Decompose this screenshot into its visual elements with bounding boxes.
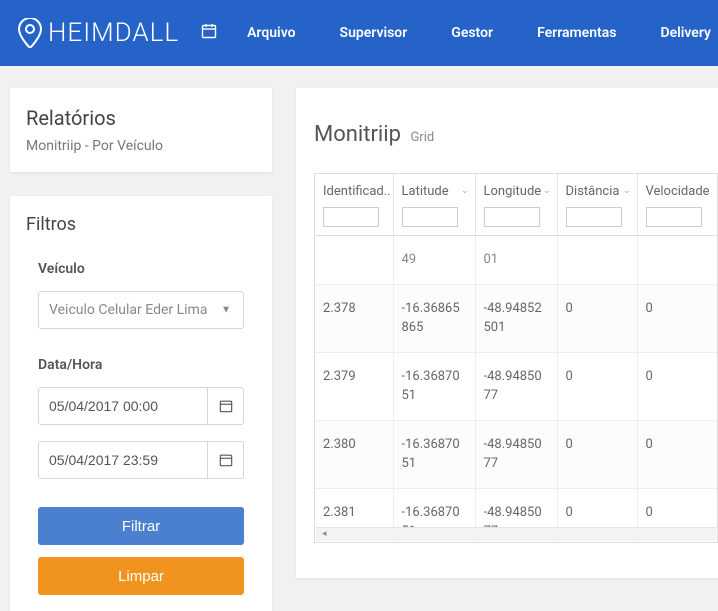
chevron-down-icon: ▼ (221, 305, 231, 316)
col-latitude[interactable]: Latitude⌄ (393, 174, 475, 205)
top-bar: HEIMDALL Arquivo Supervisor Gestor Ferra… (0, 0, 718, 66)
filter-button[interactable]: Filtrar (38, 507, 244, 545)
cell-lat: -16.36865865 (393, 284, 475, 352)
cell-lon: -48.9485077 (475, 352, 557, 420)
filter-lon[interactable] (484, 207, 540, 227)
report-subtitle: Grid (410, 130, 434, 145)
report-info-card: Relatórios Monitriip - Por Veículo (10, 88, 272, 172)
report-section-subtitle: Monitriip - Por Veículo (26, 138, 256, 154)
cell-id: 2.378 (315, 284, 393, 352)
sort-icon: ⌄ (703, 186, 711, 196)
table-row[interactable]: 2.378-16.36865865-48.9485250100 (315, 284, 717, 352)
partial-row-top: 49 01 (315, 236, 717, 285)
vehicle-label: Veículo (38, 261, 244, 277)
col-distancia[interactable]: Distância⌄ (557, 174, 637, 205)
calendar-icon[interactable] (201, 23, 217, 43)
filter-vel[interactable] (646, 207, 702, 227)
col-velocidade[interactable]: Velocidade⌄ (637, 174, 717, 205)
date-from-input[interactable] (38, 387, 244, 425)
cell-id: 2.380 (315, 420, 393, 488)
clear-button[interactable]: Limpar (38, 557, 244, 595)
table-row[interactable]: 2.379-16.3687051-48.948507700 (315, 352, 717, 420)
cell-dist: 0 (557, 420, 637, 488)
filters-card: Filtros Veículo Veiculo Celular Eder Lim… (10, 196, 272, 611)
report-panel: Monitriip Grid Identificad.. Latitude⌄ L… (296, 88, 718, 578)
cell-id: 2.379 (315, 352, 393, 420)
table-row[interactable]: 2.380-16.3687051-48.948507700 (315, 420, 717, 488)
date-to-input[interactable] (38, 441, 244, 479)
filters-title: Filtros (26, 214, 256, 235)
nav-gestor[interactable]: Gestor (429, 25, 515, 41)
date-from-field[interactable] (49, 398, 233, 414)
nav-arquivo[interactable]: Arquivo (247, 25, 317, 41)
sidebar: Relatórios Monitriip - Por Veículo Filtr… (0, 88, 272, 598)
filter-lat[interactable] (402, 207, 458, 227)
vehicle-select[interactable]: Veiculo Celular Eder Lima ▼ (38, 291, 244, 329)
date-to-field[interactable] (49, 452, 233, 468)
cell-lat: -16.3687051 (393, 420, 475, 488)
vehicle-value: Veiculo Celular Eder Lima (49, 302, 207, 318)
report-title-text: Monitriip (314, 122, 401, 147)
data-grid: Identificad.. Latitude⌄ Longitude⌄ Distâ… (314, 173, 718, 543)
nav-ferramentas[interactable]: Ferramentas (515, 25, 638, 41)
cell-dist: 0 (557, 352, 637, 420)
cell-lon: -48.9485077 (475, 420, 557, 488)
col-longitude[interactable]: Longitude⌄ (475, 174, 557, 205)
app-logo[interactable]: HEIMDALL (18, 18, 179, 48)
nav-supervisor[interactable]: Supervisor (318, 25, 430, 41)
header-row: Identificad.. Latitude⌄ Longitude⌄ Distâ… (315, 174, 717, 205)
cell-vel: 0 (637, 352, 717, 420)
cell-lat: -16.3687051 (393, 352, 475, 420)
col-identificador[interactable]: Identificad.. (315, 174, 393, 205)
filter-id[interactable] (323, 207, 379, 227)
calendar-icon[interactable] (207, 442, 243, 478)
main-nav: Arquivo Supervisor Gestor Ferramentas De… (247, 25, 718, 41)
filter-dist[interactable] (566, 207, 622, 227)
cell-vel: 0 (637, 420, 717, 488)
sort-icon: ⌄ (461, 186, 469, 196)
report-section-title: Relatórios (26, 106, 256, 130)
horizontal-scrollbar[interactable]: ◂ (316, 527, 716, 541)
app-name: HEIMDALL (48, 18, 179, 48)
pin-icon (18, 18, 42, 48)
nav-delivery[interactable]: Delivery (638, 25, 718, 41)
datetime-label: Data/Hora (38, 357, 244, 373)
cell-lon: -48.94852501 (475, 284, 557, 352)
sort-icon: ⌄ (623, 186, 631, 196)
cell-vel: 0 (637, 284, 717, 352)
report-title: Monitriip Grid (314, 122, 718, 147)
cell-dist: 0 (557, 284, 637, 352)
calendar-icon[interactable] (207, 388, 243, 424)
sort-icon: ⌄ (543, 186, 551, 196)
filter-row (315, 205, 717, 236)
